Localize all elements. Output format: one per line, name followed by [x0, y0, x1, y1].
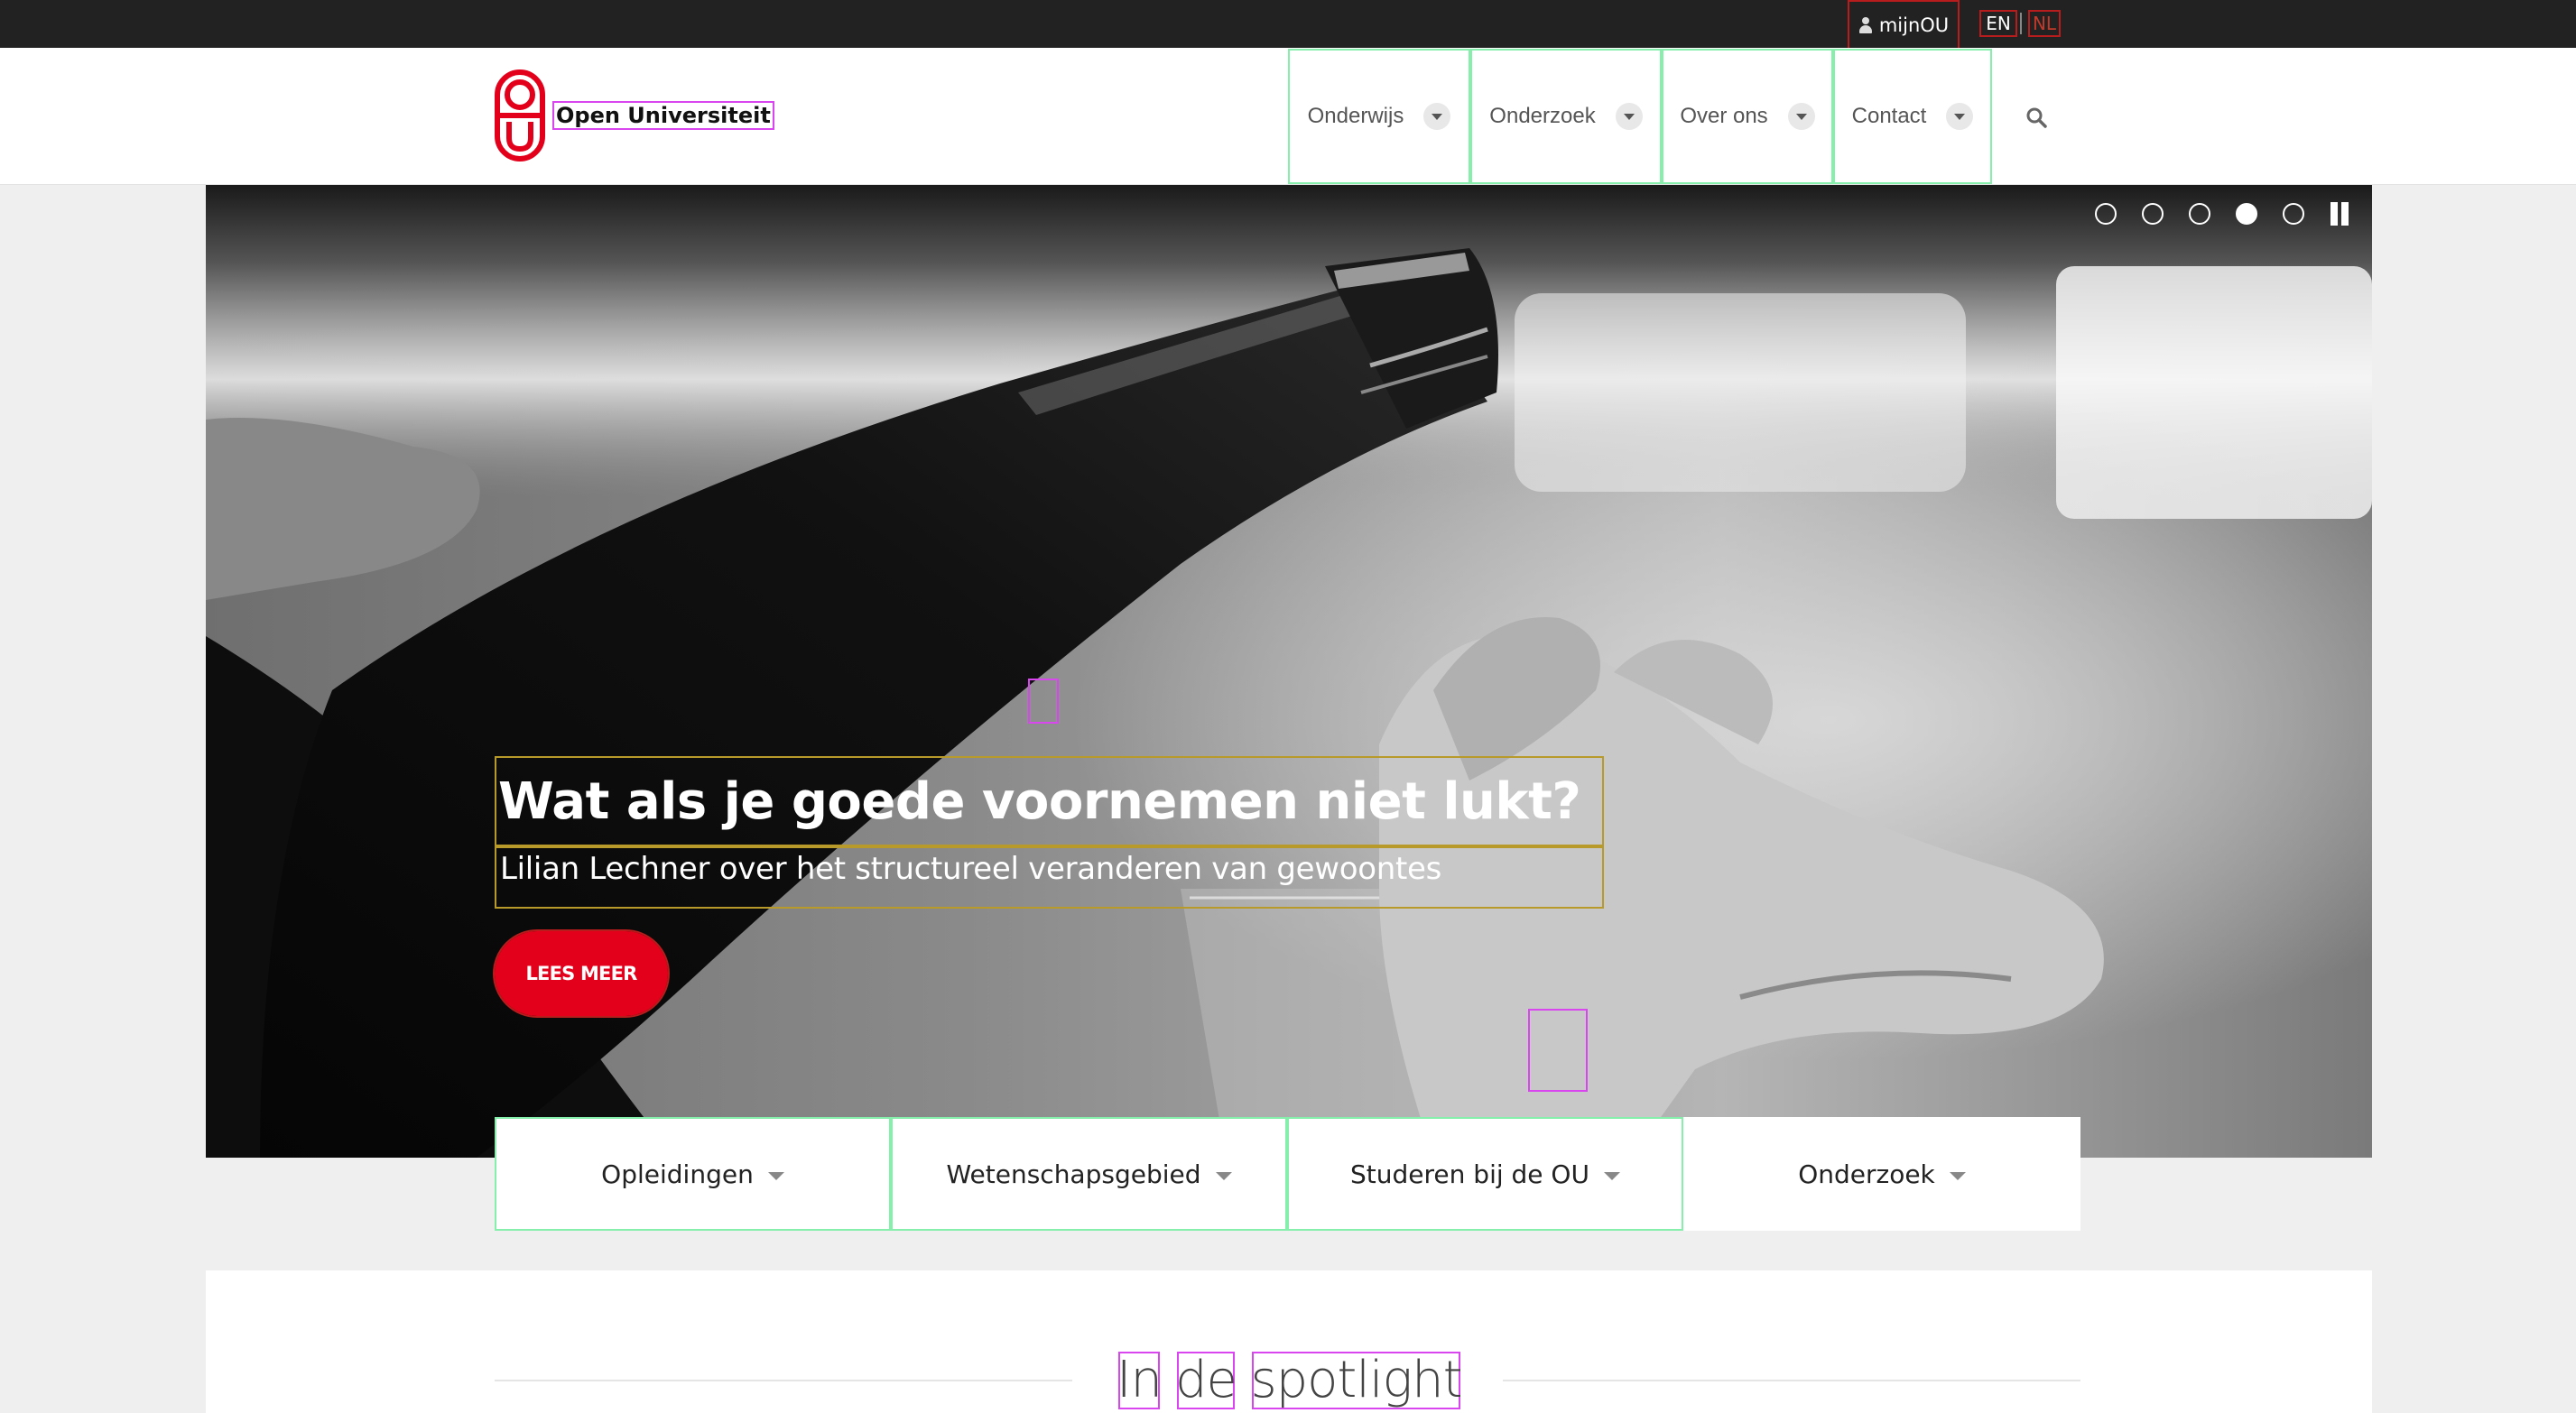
hero-marker: [1528, 1009, 1588, 1092]
category-label: Studeren bij de OU: [1350, 1159, 1589, 1189]
carousel-dot-5[interactable]: [2283, 203, 2304, 225]
category-studeren[interactable]: Studeren bij de OU: [1287, 1117, 1683, 1231]
language-en-link[interactable]: EN: [1979, 10, 2017, 37]
language-separator: [2020, 13, 2022, 34]
category-onderzoek[interactable]: Onderzoek: [1683, 1117, 2080, 1231]
category-label: Opleidingen: [601, 1159, 754, 1189]
ou-logo-icon[interactable]: [495, 69, 545, 162]
chevron-down-icon: [1603, 1171, 1620, 1180]
section-divider: [1503, 1380, 2080, 1381]
spotlight-heading-word: spotlight: [1250, 1351, 1463, 1409]
carousel-dot-2[interactable]: [2142, 203, 2164, 225]
pause-icon[interactable]: [2329, 202, 2350, 226]
chevron-down-icon[interactable]: [1946, 103, 1974, 130]
nav-label: Over ons: [1680, 104, 1768, 128]
carousel-dot-1[interactable]: [2095, 203, 2117, 225]
chevron-down-icon: [767, 1171, 784, 1180]
hero-subtitle: Lilian Lechner over het structureel vera…: [495, 846, 1604, 909]
search-icon[interactable]: [2025, 106, 2049, 130]
user-icon: [1858, 15, 1873, 35]
chevron-down-icon: [1215, 1171, 1232, 1180]
language-nl-link[interactable]: NL: [2028, 10, 2061, 37]
chevron-down-icon[interactable]: [1787, 103, 1815, 130]
mijnou-label: mijnOU: [1878, 14, 1950, 36]
hero-marker: [1028, 679, 1059, 724]
chevron-down-icon: [1949, 1171, 1966, 1180]
mijnou-login-link[interactable]: mijnOU: [1848, 0, 1960, 50]
category-wetenschapsgebied[interactable]: Wetenschapsgebied: [891, 1117, 1287, 1231]
nav-item-onderwijs[interactable]: Onderwijs: [1288, 49, 1470, 184]
brand-wordmark[interactable]: Open Universiteit: [552, 101, 774, 130]
carousel-dot-3[interactable]: [2189, 203, 2210, 225]
lees-meer-button[interactable]: LEES MEER: [493, 929, 670, 1018]
chevron-down-icon[interactable]: [1423, 103, 1451, 130]
hero-title: Wat als je goede voornemen niet lukt?: [495, 756, 1604, 846]
category-label: Wetenschapsgebied: [946, 1159, 1201, 1189]
nav-item-contact[interactable]: Contact: [1833, 49, 1992, 184]
carousel-dot-4[interactable]: [2236, 203, 2257, 225]
utility-bar: mijnOU EN NL: [0, 0, 2576, 50]
spotlight-heading-word: de: [1175, 1351, 1237, 1409]
nav-label: Onderzoek: [1489, 104, 1596, 128]
nav-label: Contact: [1851, 104, 1927, 128]
nav-item-over-ons[interactable]: Over ons: [1662, 49, 1833, 184]
nav-item-onderzoek[interactable]: Onderzoek: [1470, 49, 1662, 184]
spotlight-heading-word: In: [1117, 1351, 1163, 1409]
section-divider: [495, 1380, 1072, 1381]
category-opleidingen[interactable]: Opleidingen: [495, 1117, 891, 1231]
category-label: Onderzoek: [1798, 1159, 1935, 1189]
nav-label: Onderwijs: [1307, 104, 1404, 128]
chevron-down-icon[interactable]: [1615, 103, 1643, 130]
